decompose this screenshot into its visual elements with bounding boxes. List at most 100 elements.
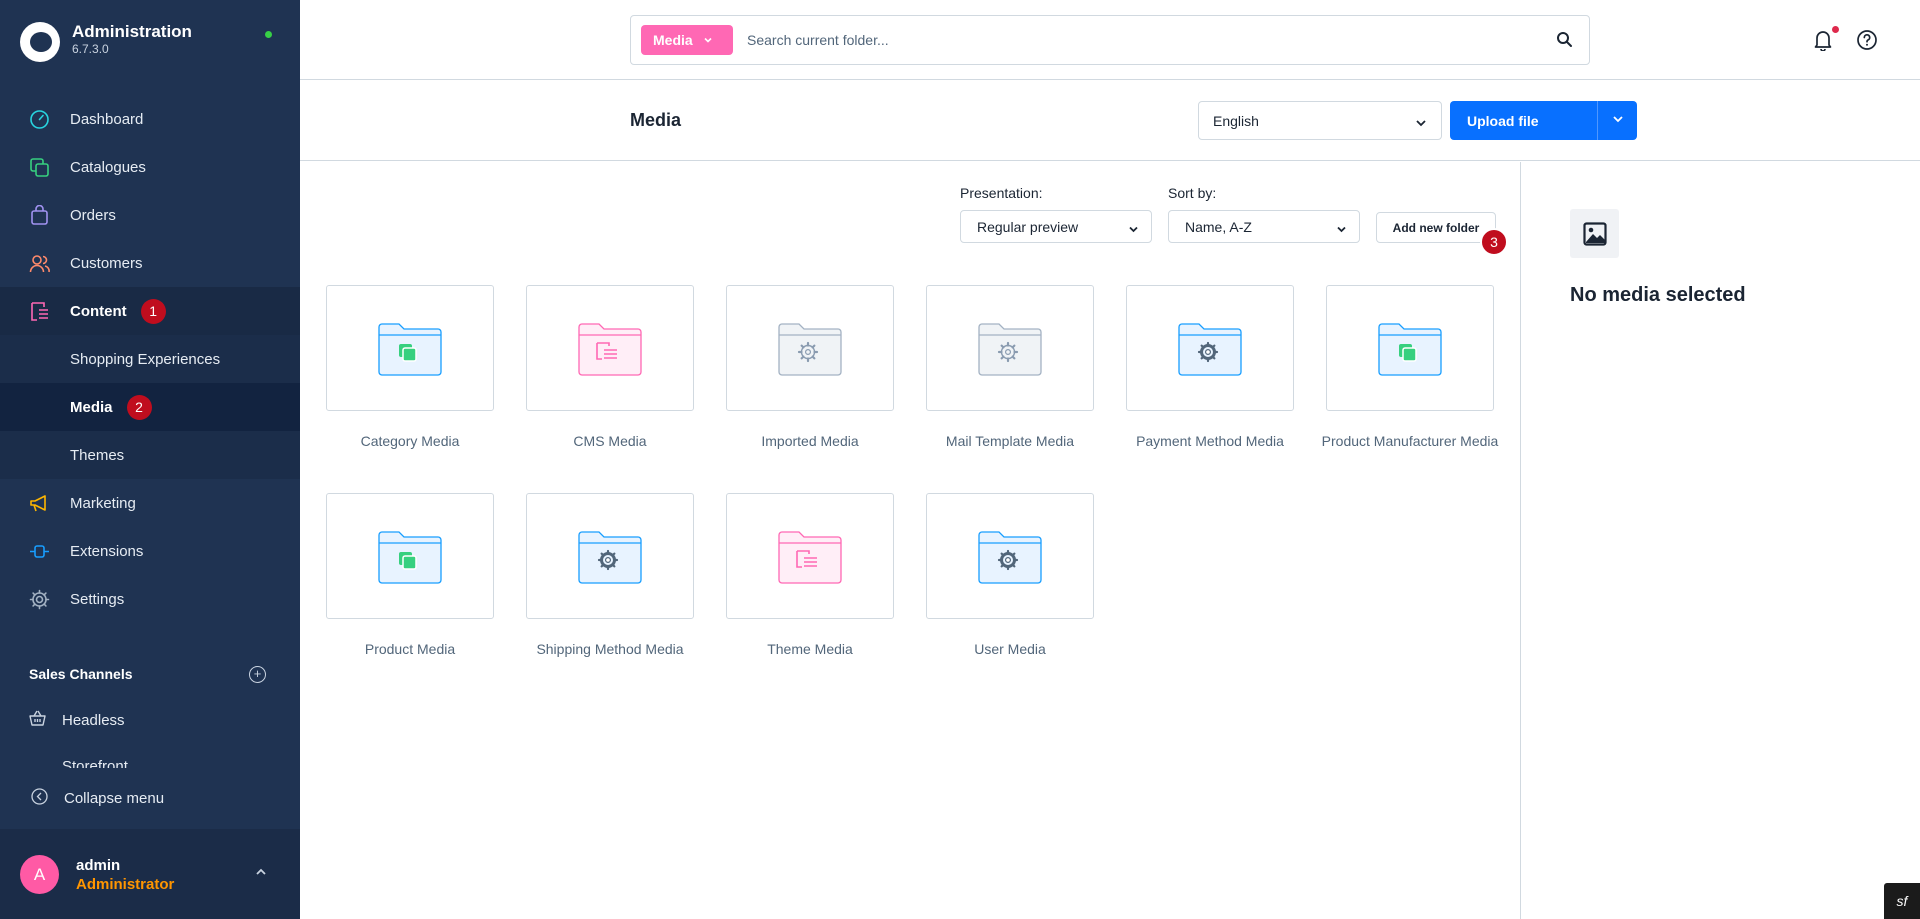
- presentation-label: Presentation:: [960, 185, 1043, 201]
- folder-item[interactable]: CMS Media: [526, 285, 694, 449]
- users-icon: [28, 252, 50, 274]
- sidebar: Administration 6.7.3.0 Dashboard Catalog…: [0, 0, 300, 919]
- sales-channel-storefront[interactable]: Storefront: [29, 758, 269, 768]
- sub-item-label: Shopping Experiences: [70, 350, 221, 368]
- symfony-toolbar-icon[interactable]: sf: [1884, 883, 1920, 919]
- presentation-value: Regular preview: [977, 218, 1079, 235]
- folder-item[interactable]: Product Media: [326, 493, 494, 657]
- folder-item[interactable]: Shipping Method Media: [526, 493, 694, 657]
- folder-products-icon: [378, 323, 442, 376]
- folder-thumbnail: [526, 285, 694, 411]
- nav-item-dashboard[interactable]: Dashboard: [0, 95, 300, 143]
- language-value: English: [1213, 112, 1259, 129]
- basket-icon: [29, 710, 46, 731]
- search-input[interactable]: [747, 25, 1527, 55]
- sort-select[interactable]: Name, A-Z: [1168, 210, 1360, 243]
- folder-label: Mail Template Media: [945, 433, 1075, 449]
- folder-label: CMS Media: [573, 433, 647, 449]
- nav-item-settings[interactable]: Settings: [0, 575, 300, 623]
- folder-content-icon: [778, 531, 842, 584]
- folder-item[interactable]: Category Media: [326, 285, 494, 449]
- folder-label: Payment Method Media: [1136, 433, 1284, 449]
- plug-icon: [28, 540, 50, 562]
- upload-options-button[interactable]: [1597, 101, 1637, 140]
- add-new-folder-label: Add new folder: [1392, 220, 1480, 235]
- nav-item-orders[interactable]: Orders: [0, 191, 300, 239]
- step-badge: 1: [140, 298, 166, 324]
- nav-item-label: Settings: [70, 590, 125, 608]
- chevron-left-circle-icon: [31, 787, 48, 809]
- folder-gear-icon: [578, 531, 642, 584]
- brand-title: Administration: [72, 22, 192, 41]
- nav-item-label: Marketing: [70, 494, 136, 512]
- upload-file-label: Upload file: [1467, 112, 1539, 129]
- sub-item-media[interactable]: Media 2: [0, 383, 300, 431]
- add-sales-channel-icon[interactable]: +: [249, 666, 266, 683]
- help-icon[interactable]: [1856, 29, 1878, 56]
- folder-label: Product Media: [364, 641, 456, 657]
- language-select[interactable]: English: [1198, 101, 1442, 140]
- media-content: Presentation: Regular preview Sort by: N…: [300, 162, 1520, 919]
- gauge-icon: [28, 108, 50, 130]
- folder-item[interactable]: Theme Media: [726, 493, 894, 657]
- folder-thumbnail: [1326, 285, 1494, 411]
- user-menu[interactable]: A admin Administrator: [0, 829, 300, 919]
- sub-item-label: Media: [70, 398, 113, 416]
- megaphone-icon: [28, 492, 50, 514]
- folder-label: Category Media: [360, 433, 460, 449]
- sub-item-themes[interactable]: Themes: [0, 431, 300, 479]
- step-badge: 3: [1480, 228, 1508, 256]
- sort-label: Sort by:: [1168, 185, 1217, 201]
- folder-item[interactable]: Product Manufacturer Media: [1322, 285, 1498, 449]
- folder-thumbnail: [326, 285, 494, 411]
- search-bar: Media: [630, 15, 1590, 65]
- bell-icon[interactable]: [1812, 29, 1834, 56]
- collapse-menu-label: Collapse menu: [64, 789, 165, 807]
- folder-gear-icon: [778, 323, 842, 376]
- step-badge: 2: [126, 394, 152, 420]
- folder-thumbnail: [726, 493, 894, 619]
- chevron-down-icon: [1336, 222, 1347, 238]
- folder-item[interactable]: User Media: [926, 493, 1094, 657]
- brand[interactable]: Administration 6.7.3.0: [20, 22, 192, 62]
- presentation-select[interactable]: Regular preview: [960, 210, 1152, 243]
- nav-item-customers[interactable]: Customers: [0, 239, 300, 287]
- search-type-label: Media: [653, 32, 693, 48]
- nav-item-label: Dashboard: [70, 110, 144, 128]
- sales-channel-headless[interactable]: Headless: [29, 710, 125, 731]
- folder-gear-icon: [978, 531, 1042, 584]
- products-icon: [28, 156, 50, 178]
- top-bar: Media: [300, 0, 1920, 80]
- folder-item[interactable]: Mail Template Media: [926, 285, 1094, 449]
- nav-item-catalogues[interactable]: Catalogues: [0, 143, 300, 191]
- user-role: Administrator: [76, 876, 175, 893]
- folder-thumbnail: [726, 285, 894, 411]
- nav-item-marketing[interactable]: Marketing: [0, 479, 300, 527]
- upload-file-button[interactable]: Upload file: [1450, 101, 1597, 140]
- chevron-down-icon: [1128, 222, 1139, 238]
- chevron-down-icon: [703, 32, 713, 48]
- nav-item-label: Customers: [70, 254, 143, 272]
- chevron-up-icon[interactable]: [254, 865, 268, 884]
- search-icon[interactable]: [1556, 31, 1573, 53]
- nav-item-extensions[interactable]: Extensions: [0, 527, 300, 575]
- folder-products-icon: [378, 531, 442, 584]
- nav-item-label: Extensions: [70, 542, 144, 560]
- folder-thumbnail: [526, 493, 694, 619]
- sub-item-shopping-experiences[interactable]: Shopping Experiences: [0, 335, 300, 383]
- nav-item-label: Content: [70, 302, 127, 320]
- sales-channel-label: Headless: [62, 712, 125, 729]
- folder-item[interactable]: Imported Media: [726, 285, 894, 449]
- gear-icon: [28, 588, 50, 610]
- chevron-down-icon: [1415, 116, 1427, 132]
- folder-thumbnail: [1126, 285, 1294, 411]
- nav-item-content[interactable]: Content 1: [0, 287, 300, 335]
- folder-item[interactable]: Payment Method Media: [1126, 285, 1294, 449]
- sales-channels-title: Sales Channels: [29, 666, 133, 682]
- collapse-menu-button[interactable]: Collapse menu: [0, 780, 300, 816]
- shopware-logo-icon: [20, 22, 60, 62]
- media-sidebar: No media selected: [1520, 162, 1920, 919]
- folder-thumbnail: [326, 493, 494, 619]
- add-new-folder-button[interactable]: Add new folder: [1376, 212, 1496, 243]
- search-type-pill[interactable]: Media: [641, 25, 733, 55]
